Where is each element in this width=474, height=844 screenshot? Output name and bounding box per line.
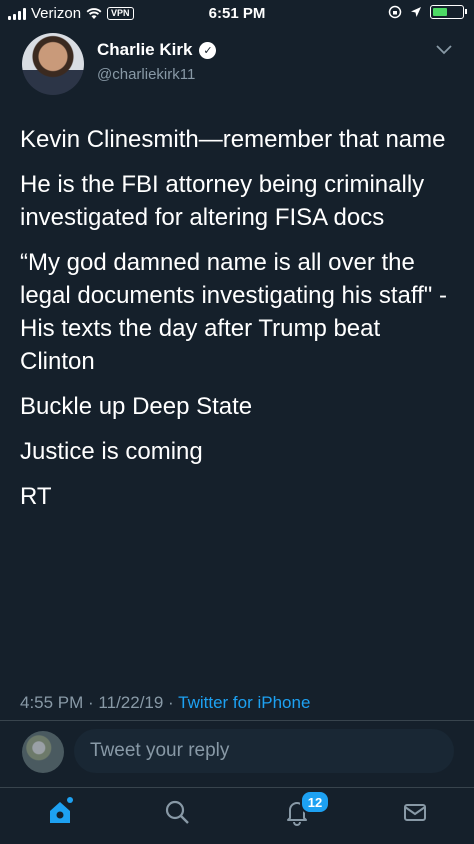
- status-right: [388, 5, 467, 19]
- user-avatar[interactable]: [22, 731, 64, 773]
- search-icon: [165, 800, 189, 824]
- author-name[interactable]: Charlie Kirk: [97, 40, 192, 60]
- tab-messages[interactable]: [385, 790, 445, 834]
- tweet-timestamp: 4:55 PM · 11/22/19 ·: [20, 693, 174, 712]
- divider: [0, 787, 474, 788]
- tweet-paragraph: Buckle up Deep State: [20, 393, 253, 420]
- notification-badge: 12: [300, 790, 330, 814]
- tweet-paragraph: RT: [20, 483, 52, 510]
- tweet-paragraph: Kevin Clinesmith—remember that name: [20, 126, 446, 153]
- tweet-paragraph: He is the FBI attorney being criminally …: [20, 171, 425, 231]
- location-icon: [411, 7, 421, 17]
- tweet-meta: 4:55 PM · 11/22/19 · Twitter for iPhone: [20, 693, 310, 713]
- status-bar: Verizon VPN 6:51 PM: [0, 0, 474, 28]
- verified-badge-icon: ✓: [199, 41, 217, 59]
- home-unread-dot: [67, 797, 73, 803]
- tab-search[interactable]: [147, 790, 207, 834]
- tweet-paragraph: Justice is coming: [20, 438, 203, 465]
- chevron-down-icon[interactable]: [434, 42, 454, 58]
- author-name-row[interactable]: Charlie Kirk ✓: [97, 40, 217, 60]
- divider: [0, 720, 474, 721]
- author-handle[interactable]: @charliekirk11: [97, 66, 195, 83]
- tweet-text: Kevin Clinesmith—remember that name He i…: [20, 123, 460, 525]
- lock-rotation-icon: [388, 5, 402, 19]
- messages-icon: [404, 804, 426, 821]
- tweet-paragraph: “My god damned name is all over the lega…: [20, 249, 447, 375]
- battery-icon: [430, 5, 467, 19]
- tab-home[interactable]: [30, 790, 90, 834]
- tweet-source-link[interactable]: Twitter for iPhone: [178, 693, 310, 712]
- reply-input[interactable]: Tweet your reply: [74, 729, 454, 773]
- author-avatar[interactable]: [22, 33, 84, 95]
